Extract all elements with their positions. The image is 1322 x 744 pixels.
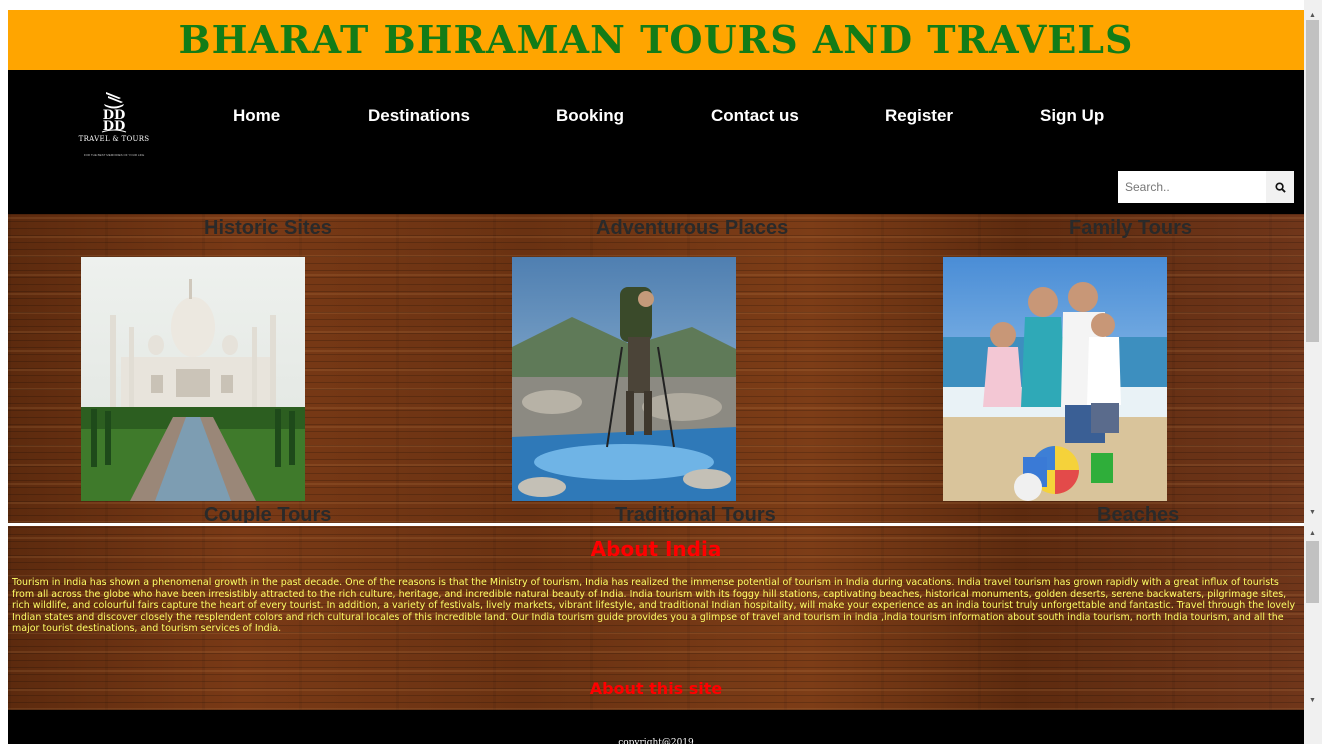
gallery-section: Historic Sites Adventurous Places Family…	[8, 214, 1304, 523]
search-box	[1118, 171, 1294, 203]
about-india-text: Tourism in India has shown a phenomenal …	[12, 577, 1296, 635]
taj-mahal-image	[81, 257, 305, 501]
footer: copyright@2019	[8, 710, 1304, 744]
category-adventurous-places[interactable]: Adventurous Places	[596, 217, 788, 240]
category-beaches[interactable]: Beaches	[1097, 504, 1179, 523]
nav-home[interactable]: Home	[233, 106, 280, 126]
search-input[interactable]	[1118, 171, 1266, 203]
nav-destinations[interactable]: Destinations	[368, 106, 470, 126]
site-title: BHARAT BHRAMAN TOURS AND TRAVELS	[178, 17, 1134, 62]
search-icon	[1274, 181, 1286, 193]
category-couple-tours[interactable]: Couple Tours	[204, 504, 331, 523]
scroll-up-icon[interactable]: ▲	[1309, 12, 1316, 19]
svg-text:DD: DD	[103, 119, 126, 134]
about-site-heading: About this site	[589, 679, 723, 698]
logo-tagline: FOR THE BEST MEMORIES OF YOUR LIFE	[83, 153, 145, 157]
logo-text: TRAVEL & TOURS	[78, 135, 150, 143]
photo-taj-mahal[interactable]	[81, 257, 305, 501]
about-india-heading: About India	[590, 537, 722, 561]
page-scrollbar-thumb[interactable]	[1306, 20, 1319, 342]
scroll-down-icon[interactable]: ▼	[1309, 509, 1316, 516]
scroll-up-icon[interactable]: ▲	[1309, 530, 1316, 537]
photo-hiker[interactable]	[512, 257, 736, 501]
navbar: DD DD TRAVEL & TOURS FOR THE BEST MEMORI…	[8, 70, 1304, 214]
nav-sign-up[interactable]: Sign Up	[1040, 106, 1104, 126]
photo-family-beach[interactable]	[943, 257, 1167, 501]
category-family-tours[interactable]: Family Tours	[1069, 217, 1192, 240]
nav-register[interactable]: Register	[885, 106, 953, 126]
search-button[interactable]	[1266, 171, 1294, 203]
about-scrollbar-thumb[interactable]	[1306, 541, 1319, 603]
nav-contact-us[interactable]: Contact us	[711, 106, 799, 126]
logo-mark-icon: DD DD	[101, 92, 127, 134]
about-section: About India Tourism in India has shown a…	[8, 526, 1304, 710]
nav-booking[interactable]: Booking	[556, 106, 624, 126]
family-beach-image	[943, 257, 1167, 501]
copyright-text: copyright@2019	[618, 738, 694, 744]
header-banner: BHARAT BHRAMAN TOURS AND TRAVELS	[8, 10, 1304, 70]
category-traditional-tours[interactable]: Traditional Tours	[615, 504, 776, 523]
hiker-image	[512, 257, 736, 501]
site-logo[interactable]: DD DD TRAVEL & TOURS FOR THE BEST MEMORI…	[78, 88, 150, 168]
category-historic-sites[interactable]: Historic Sites	[204, 217, 332, 240]
scroll-down-icon[interactable]: ▼	[1309, 697, 1316, 704]
